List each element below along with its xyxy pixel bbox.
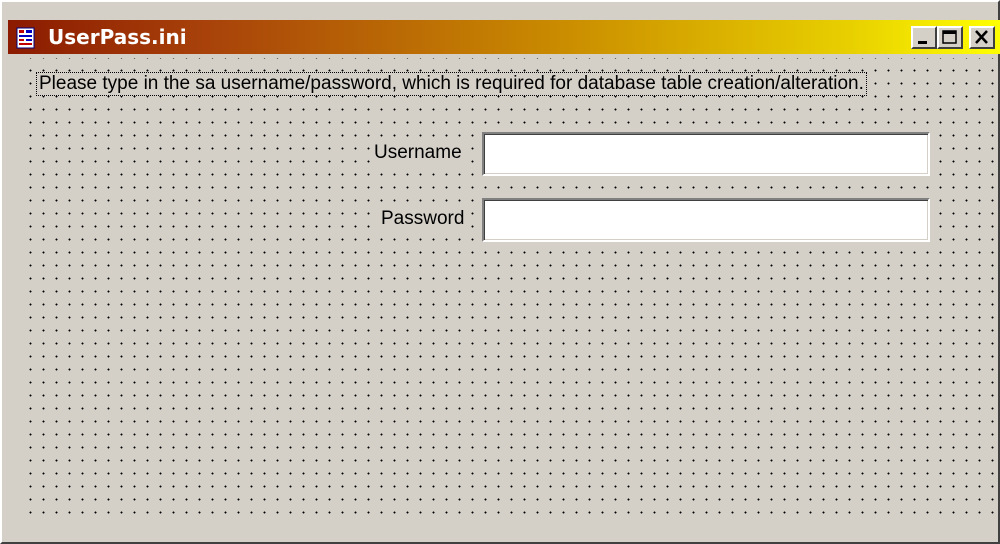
username-label: Username — [372, 142, 464, 164]
minimize-button[interactable] — [911, 26, 937, 49]
form-design-grid — [24, 58, 994, 524]
instruction-label: Please type in the sa username/password,… — [36, 72, 867, 96]
maximize-button[interactable] — [937, 26, 963, 49]
userpass-window: UserPass.ini Please type in the sa usern… — [0, 0, 1000, 544]
close-button[interactable] — [969, 26, 995, 49]
window-title: UserPass.ini — [48, 25, 187, 49]
password-input[interactable] — [482, 198, 930, 242]
title-bar[interactable]: UserPass.ini — [8, 20, 1000, 54]
password-label: Password — [379, 208, 467, 230]
ini-file-icon[interactable] — [16, 27, 36, 49]
username-input[interactable] — [482, 132, 930, 176]
